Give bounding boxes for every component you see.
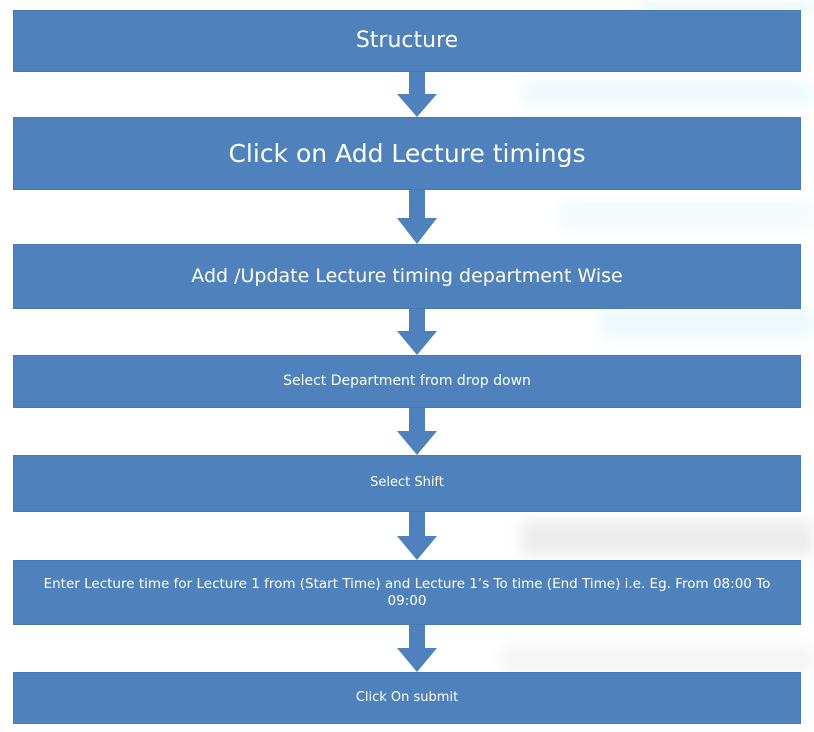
flow-step-update-timing-department: Add /Update Lecture timing department Wi… (13, 244, 801, 309)
background-streak (600, 308, 814, 338)
flow-step-select-department: Select Department from drop down (13, 355, 801, 408)
flow-step-label: Add /Update Lecture timing department Wi… (191, 264, 623, 287)
background-streak (520, 520, 814, 556)
flow-step-label: Click On submit (355, 689, 459, 705)
down-arrow-icon (397, 309, 437, 355)
flow-step-label: Select Department from drop down (283, 372, 531, 389)
flow-step-select-shift: Select Shift (13, 455, 801, 512)
down-arrow-icon (397, 72, 437, 117)
flow-step-label: Click on Add Lecture timings (228, 138, 586, 168)
flow-step-label: Enter Lecture time for Lecture 1 from (S… (43, 575, 771, 609)
background-streak (520, 80, 814, 106)
down-arrow-icon (397, 625, 437, 672)
flow-step-add-lecture-timings: Click on Add Lecture timings (13, 117, 801, 190)
flow-step-click-submit: Click On submit (13, 672, 801, 724)
flow-step-label: Select Shift (370, 475, 444, 491)
background-streak (500, 645, 814, 675)
down-arrow-icon (397, 190, 437, 244)
flow-step-label: Structure (355, 28, 459, 54)
flow-step-structure: Structure (13, 10, 801, 72)
background-streak (560, 200, 814, 230)
flow-step-enter-lecture-time: Enter Lecture time for Lecture 1 from (S… (13, 560, 801, 625)
down-arrow-icon (397, 512, 437, 560)
down-arrow-icon (397, 408, 437, 455)
